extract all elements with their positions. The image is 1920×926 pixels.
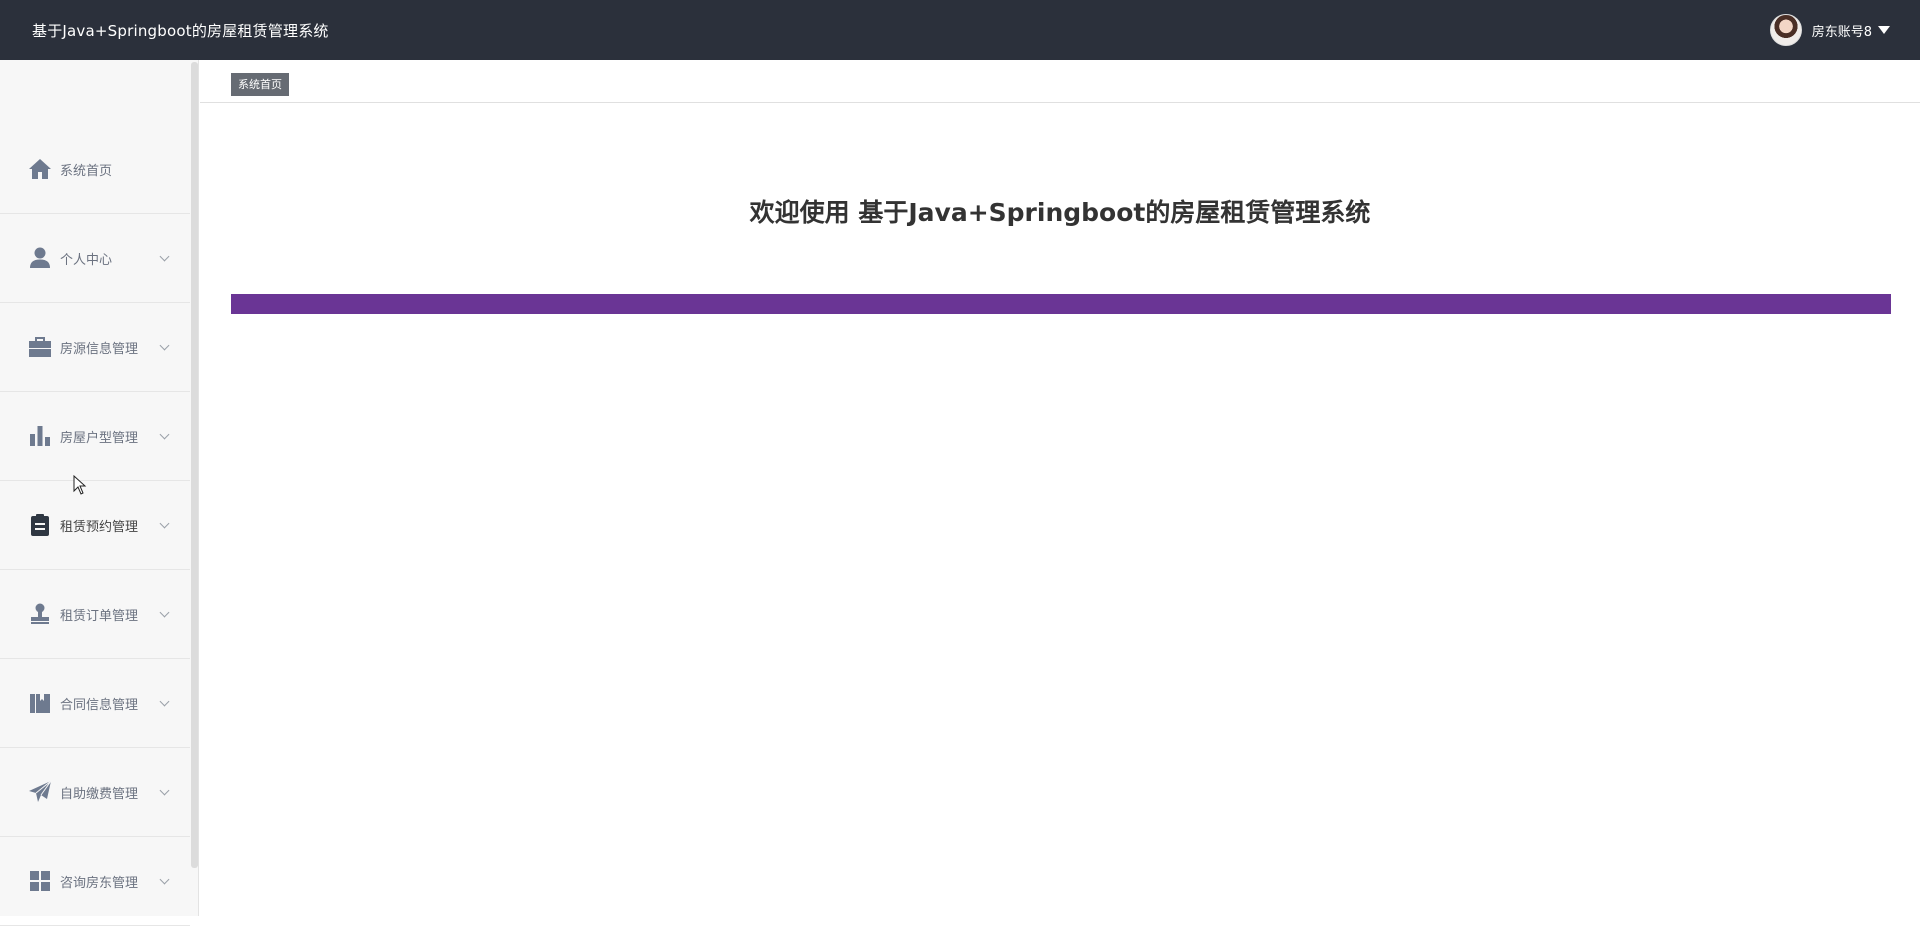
sidebar-item-house-type[interactable]: 房屋户型管理 (0, 392, 190, 481)
tab-home[interactable]: 系统首页 (231, 73, 289, 96)
briefcase-icon (28, 335, 52, 359)
user-menu[interactable]: 房东账号8 (1769, 14, 1890, 46)
top-navbar: 基于Java+Springboot的房屋租赁管理系统 房东账号8 (0, 0, 1920, 60)
sidebar-item-home[interactable]: 系统首页 (0, 125, 190, 214)
sidebar-item-consult-landlord[interactable]: 咨询房东管理 (0, 837, 190, 926)
chevron-down-icon (159, 340, 170, 351)
sidebar-item-rental-reservation[interactable]: 租赁预约管理 (0, 481, 190, 570)
sidebar-item-house-info[interactable]: 房源信息管理 (0, 303, 190, 392)
chevron-down-icon (159, 785, 170, 796)
sidebar-item-self-payment[interactable]: 自助缴费管理 (0, 748, 190, 837)
caret-down-icon[interactable] (1878, 26, 1890, 34)
user-icon (28, 246, 52, 270)
app-title: 基于Java+Springboot的房屋租赁管理系统 (32, 21, 329, 40)
sidebar-item-label: 合同信息管理 (60, 697, 139, 713)
main-content: 欢迎使用 基于Java+Springboot的房屋租赁管理系统 (200, 104, 1920, 916)
sidebar-item-label: 个人中心 (60, 252, 113, 268)
book-icon (28, 691, 52, 715)
chevron-down-icon (159, 696, 170, 707)
sidebar-item-label: 自助缴费管理 (60, 786, 139, 802)
bar-chart-icon (28, 424, 52, 448)
sidebar-item-label: 租赁预约管理 (60, 519, 139, 535)
sidebar-item-contract-info[interactable]: 合同信息管理 (0, 659, 190, 748)
chevron-down-icon (159, 874, 170, 885)
chevron-down-icon (159, 251, 170, 262)
chevron-down-icon (159, 607, 170, 618)
sidebar-item-personal-center[interactable]: 个人中心 (0, 214, 190, 303)
home-icon (28, 157, 52, 181)
sidebar-item-label: 系统首页 (60, 163, 113, 179)
sidebar-item-label: 咨询房东管理 (60, 875, 139, 891)
sidebar: 系统首页 个人中心 房源信息管理 房屋户型管理 租赁预约管理 租赁订单管理 合同… (0, 60, 199, 926)
avatar[interactable] (1769, 14, 1802, 46)
tab-bar: 系统首页 (200, 60, 1920, 103)
chevron-down-icon (159, 429, 170, 440)
welcome-heading: 欢迎使用 基于Java+Springboot的房屋租赁管理系统 (749, 198, 1371, 227)
sidebar-item-label: 房屋户型管理 (60, 430, 139, 446)
paper-plane-icon (28, 780, 52, 804)
mouse-cursor-icon (73, 475, 87, 495)
chevron-down-icon (159, 518, 170, 529)
sidebar-item-label: 租赁订单管理 (60, 608, 139, 624)
grid-icon (28, 869, 52, 893)
clipboard-icon (28, 513, 52, 537)
sidebar-menu: 系统首页 个人中心 房源信息管理 房屋户型管理 租赁预约管理 租赁订单管理 合同… (0, 125, 190, 926)
sidebar-item-label: 房源信息管理 (60, 341, 139, 357)
accent-banner (231, 294, 1891, 314)
stamp-icon (28, 602, 52, 626)
sidebar-scrollbar[interactable] (191, 62, 198, 868)
user-name[interactable]: 房东账号8 (1812, 21, 1872, 40)
sidebar-item-rental-order[interactable]: 租赁订单管理 (0, 570, 190, 659)
